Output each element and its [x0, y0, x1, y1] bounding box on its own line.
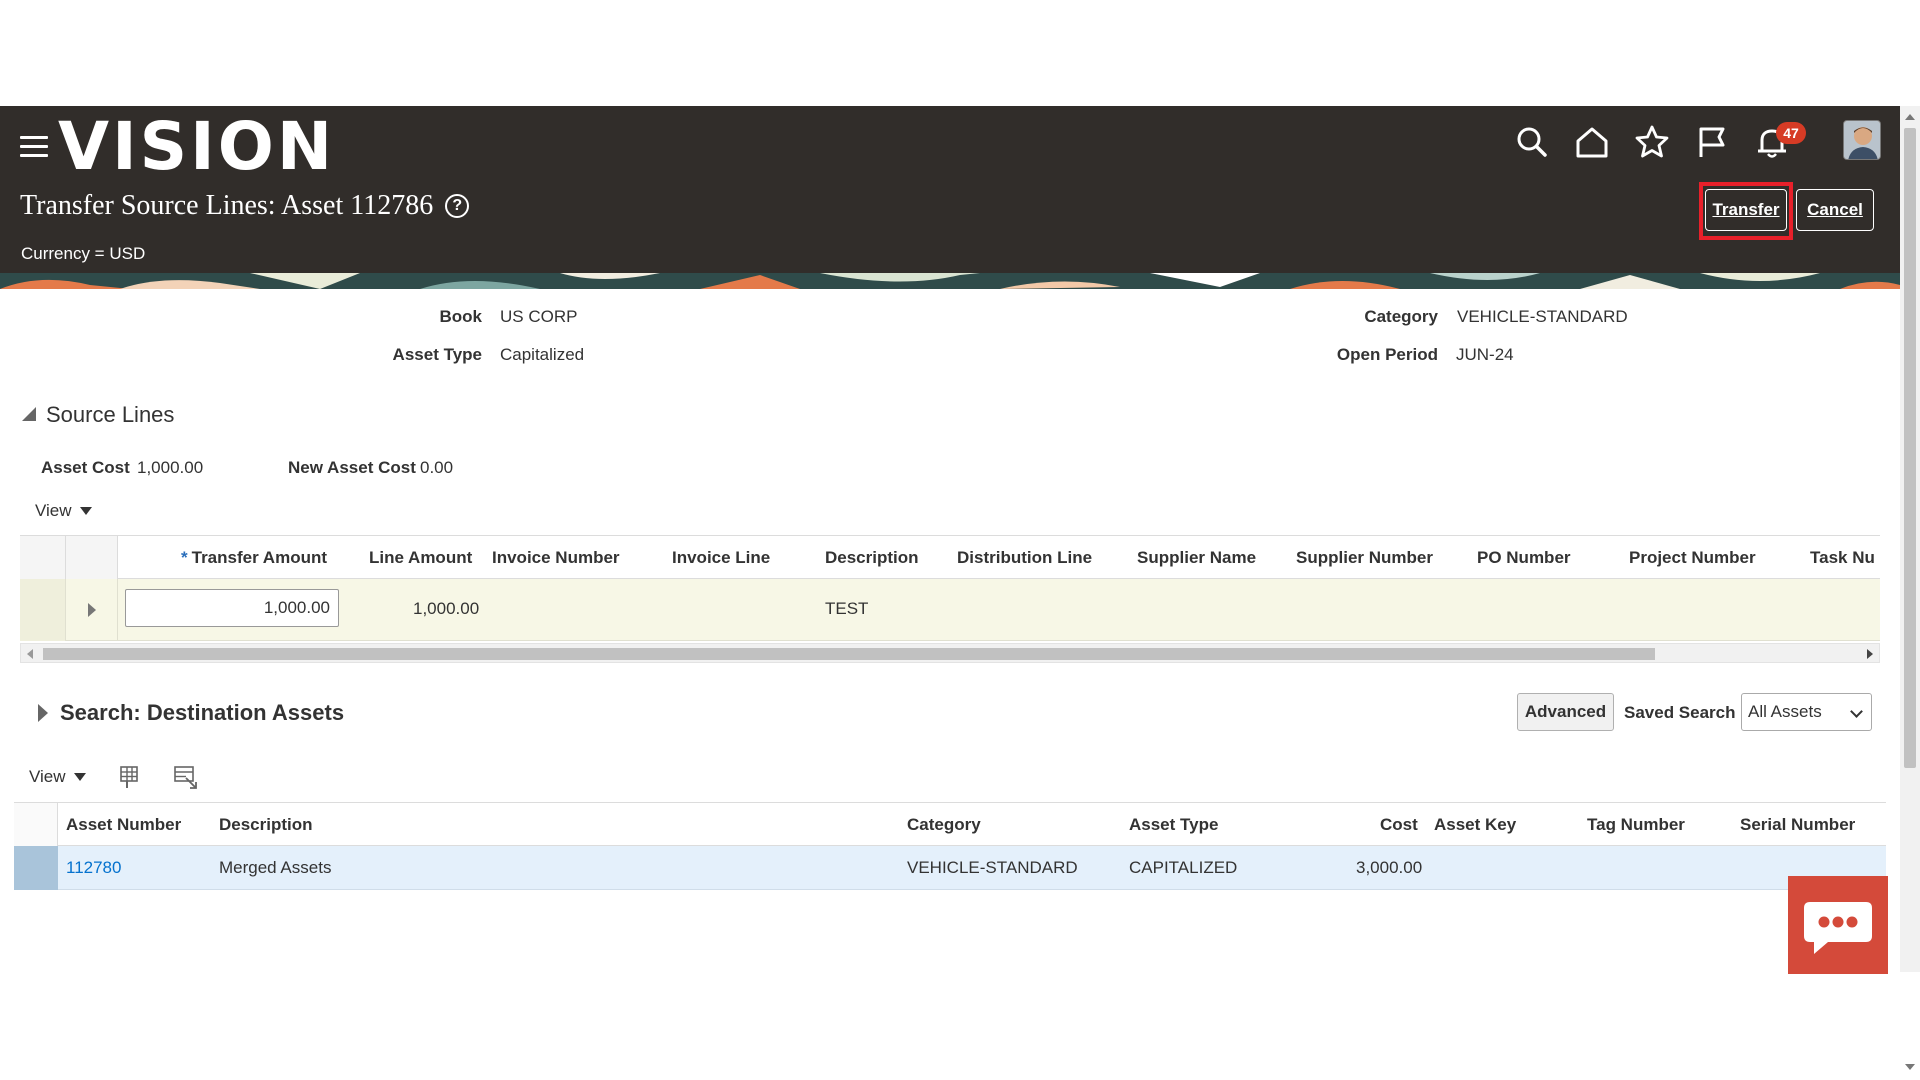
page-title: Transfer Source Lines: Asset 112786 [20, 190, 434, 221]
asset-cost-label: Asset Cost [41, 458, 130, 477]
col-po-number[interactable]: PO Number [1477, 548, 1571, 568]
hamburger-menu-icon[interactable] [20, 136, 48, 158]
transfer-button[interactable]: Transfer [1705, 189, 1787, 231]
horizontal-scrollbar[interactable] [20, 643, 1880, 663]
vertical-scrollbar[interactable] [1900, 106, 1920, 1070]
book-label: Book [439, 307, 483, 326]
saved-search-value: All Assets [1748, 702, 1822, 721]
search-icon[interactable] [1512, 122, 1552, 162]
expand-row-icon[interactable] [66, 579, 118, 641]
required-indicator: * [181, 548, 188, 567]
description-cell: Merged Assets [219, 858, 332, 877]
detach-table-icon[interactable] [172, 764, 198, 790]
col-asset-type[interactable]: Asset Type [1129, 815, 1218, 835]
caret-down-icon [79, 507, 92, 515]
col-project-number[interactable]: Project Number [1629, 548, 1756, 568]
asset-cost-value: 1,000.00 [137, 458, 204, 477]
flag-icon[interactable] [1692, 122, 1732, 162]
avatar[interactable] [1843, 120, 1881, 160]
category-value: VEHICLE-STANDARD [1457, 307, 1628, 326]
horizontal-scroll-thumb[interactable] [43, 648, 1655, 660]
star-icon[interactable] [1632, 122, 1672, 162]
table-row[interactable]: 112780 Merged Assets VEHICLE-STANDARD CA… [14, 846, 1886, 890]
row-selector[interactable] [14, 846, 58, 890]
book-value: US CORP [500, 307, 578, 326]
asset-type-cell: CAPITALIZED [1129, 858, 1238, 877]
select-column-header [14, 803, 58, 847]
category-label: Category [1364, 307, 1438, 326]
home-icon[interactable] [1572, 122, 1612, 162]
col-task-number[interactable]: Task Nu [1810, 548, 1875, 568]
transfer-amount-input[interactable] [125, 589, 339, 627]
destination-table-header: Asset Number Description Category Asset … [14, 802, 1886, 847]
cost-cell: 3,000.00 [1356, 858, 1423, 877]
scroll-down-icon[interactable] [1905, 1064, 1915, 1070]
col-tag-number[interactable]: Tag Number [1587, 815, 1685, 835]
col-line-amount[interactable]: Line Amount [369, 548, 472, 568]
page: VISION 47 Transfer Source Lines: Asset 1… [0, 0, 1920, 1080]
col-invoice-line[interactable]: Invoice Line [672, 548, 770, 568]
col-transfer-amount-label: Transfer Amount [191, 548, 328, 567]
category-cell: VEHICLE-STANDARD [907, 858, 1078, 877]
col-supplier-name[interactable]: Supplier Name [1137, 548, 1256, 568]
col-invoice-number[interactable]: Invoice Number [492, 548, 620, 568]
col-cost[interactable]: Cost [1380, 815, 1418, 835]
scroll-right-icon[interactable] [1867, 649, 1873, 659]
asset-type-label: Asset Type [392, 345, 482, 364]
decorative-banner [0, 273, 1900, 289]
col-supplier-number[interactable]: Supplier Number [1296, 548, 1433, 568]
freeze-columns-icon[interactable] [117, 764, 143, 790]
new-asset-cost-label: New Asset Cost [288, 458, 416, 477]
col-serial-number[interactable]: Serial Number [1740, 815, 1855, 835]
open-period-value: JUN-24 [1456, 345, 1514, 364]
dest-view-menu[interactable]: View [29, 767, 86, 787]
col-distribution-line[interactable]: Distribution Line [957, 548, 1092, 568]
col-asset-number[interactable]: Asset Number [66, 815, 181, 835]
col-description[interactable]: Description [825, 548, 919, 568]
table-row[interactable]: 1,000.00 TEST [20, 579, 1880, 641]
advanced-search-button[interactable]: Advanced [1517, 693, 1614, 731]
chat-bubble-icon [1804, 902, 1872, 954]
scroll-up-icon[interactable] [1905, 114, 1915, 120]
help-icon[interactable]: ? [445, 194, 470, 218]
source-lines-header[interactable]: Source Lines [22, 402, 174, 428]
saved-search-label: Saved Search [1624, 703, 1736, 722]
cancel-button[interactable]: Cancel [1796, 189, 1874, 231]
search-destination-header[interactable]: Search: Destination Assets [38, 700, 344, 726]
view-menu-label: View [29, 767, 66, 786]
expand-triangle-icon[interactable] [38, 704, 48, 722]
description-cell: TEST [825, 599, 869, 618]
app-logo[interactable]: VISION [58, 108, 335, 185]
row-selector[interactable] [20, 579, 66, 641]
chat-button[interactable] [1788, 876, 1888, 974]
search-destination-title: Search: Destination Assets [60, 700, 345, 725]
open-period-label: Open Period [1336, 345, 1438, 364]
caret-down-icon [73, 773, 86, 781]
vertical-scroll-thumb[interactable] [1904, 128, 1916, 768]
chevron-down-icon [1850, 705, 1863, 718]
currency-label: Currency = USD [21, 244, 146, 263]
col-category[interactable]: Category [907, 815, 981, 835]
source-view-menu[interactable]: View [35, 501, 92, 521]
source-table-header: * Transfer Amount Line Amount Invoice Num… [20, 535, 1880, 580]
source-lines-title: Source Lines [46, 402, 175, 427]
notification-badge: 47 [1776, 122, 1806, 144]
expand-column-header [66, 536, 118, 580]
collapse-triangle-icon[interactable] [22, 407, 36, 421]
view-menu-label: View [35, 501, 72, 520]
app-header: VISION 47 Transfer Source Lines: Asset 1… [0, 106, 1900, 289]
asset-number-link[interactable]: 112780 [66, 858, 121, 878]
col-transfer-amount[interactable]: * Transfer Amount [181, 548, 327, 568]
saved-search-select[interactable]: All Assets [1741, 693, 1872, 731]
line-amount-cell: 1,000.00 [413, 599, 480, 618]
asset-type-value: Capitalized [500, 345, 585, 364]
page-title-bar: Transfer Source Lines: Asset 112786 ? [20, 190, 470, 222]
col-asset-key[interactable]: Asset Key [1434, 815, 1516, 835]
new-asset-cost-value: 0.00 [420, 458, 454, 477]
select-column-header [20, 536, 66, 580]
scroll-left-icon[interactable] [27, 649, 33, 659]
col-description[interactable]: Description [219, 815, 313, 835]
